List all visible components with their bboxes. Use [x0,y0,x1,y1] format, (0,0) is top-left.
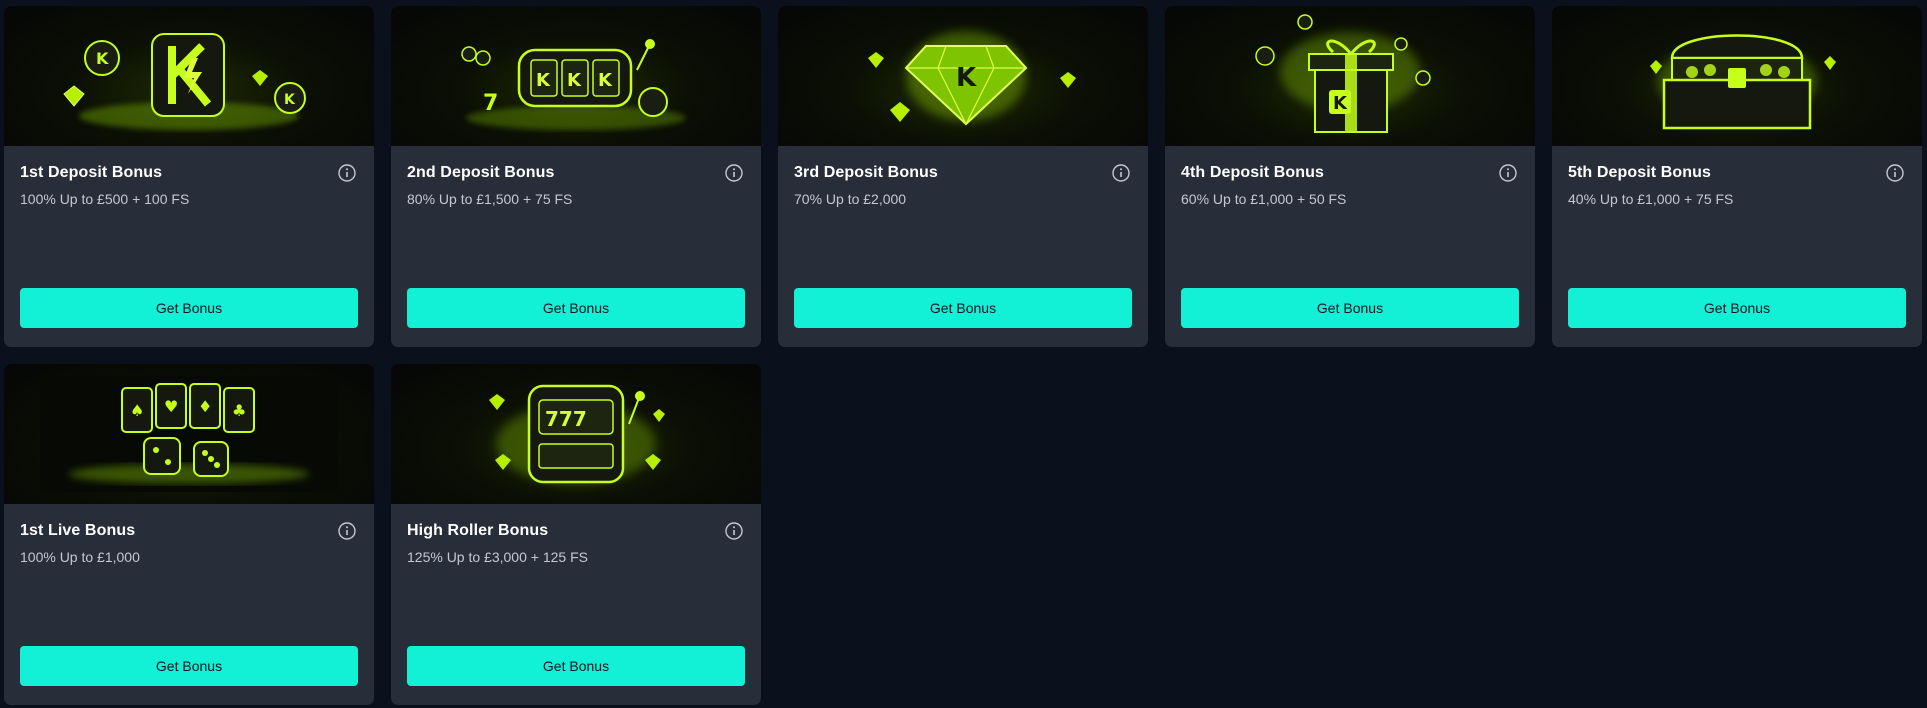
info-icon[interactable] [725,522,743,540]
bonus-title: 4th Deposit Bonus [1181,164,1325,181]
bonus-card-3rd-deposit: K 3rd Deposit Bonus 70% Up to £2,000 Get… [778,6,1148,347]
bonus-banner-image: K K K 7 [391,6,761,146]
svg-text:K: K [536,70,551,91]
treasure-chest-illustration [1650,34,1836,130]
bonus-banner-image: K [778,6,1148,146]
bonus-offer: 100% Up to £500 + 100 FS [20,191,190,207]
k-logo-coins-gems-illustration: K K [63,33,306,130]
bonus-card-4th-deposit: K 4th Deposit Bonus 60% Up to £1,000 + 5… [1165,6,1535,347]
bonus-card-1st-live: ♠ ♥ ♦ ♣ 1st Live Bonus 100% Up to £1,000… [4,364,374,705]
bonus-offer: 100% Up to £1,000 [20,549,140,565]
get-bonus-button[interactable]: Get Bonus [407,646,745,686]
get-bonus-button[interactable]: Get Bonus [794,288,1132,328]
svg-text:7: 7 [483,91,498,116]
cards-and-dice-illustration: ♠ ♥ ♦ ♣ [40,376,338,492]
info-icon[interactable] [1112,164,1130,182]
info-icon[interactable] [1499,164,1517,182]
bonus-offer: 70% Up to £2,000 [794,191,907,207]
get-bonus-button[interactable]: Get Bonus [20,288,358,328]
svg-text:K: K [284,92,296,108]
get-bonus-button[interactable]: Get Bonus [20,646,358,686]
svg-text:♠: ♠ [130,401,144,420]
info-icon[interactable] [338,522,356,540]
bonus-offer: 60% Up to £1,000 + 50 FS [1181,191,1347,207]
bonus-card-2nd-deposit: K K K 7 2nd Deposit Bonus 80% Up to £1,5… [391,6,761,347]
bonus-card-5th-deposit: 5th Deposit Bonus 40% Up to £1,000 + 75 … [1552,6,1922,347]
bonus-title: 3rd Deposit Bonus [794,164,938,181]
info-icon[interactable] [338,164,356,182]
get-bonus-button[interactable]: Get Bonus [1181,288,1519,328]
bonus-card-high-roller: 777 High Roller Bonus 125% Up to £3,000 … [391,364,761,705]
svg-text:777: 777 [545,407,587,431]
bonus-banner-image: 777 [391,364,761,504]
svg-text:♦: ♦ [198,397,212,416]
bonus-grid: K K 1st Deposit Bonus 100% Up to £500 + … [4,6,1922,705]
bonus-banner-image [1552,6,1922,146]
svg-text:K: K [567,70,582,91]
svg-text:K: K [96,49,109,68]
bonus-title: 2nd Deposit Bonus [407,164,555,181]
bonus-offer: 40% Up to £1,000 + 75 FS [1568,191,1734,207]
slot-reels-illustration: K K K 7 [461,39,686,130]
diamond-illustration: K [868,31,1076,126]
svg-text:K: K [956,63,977,93]
bonus-title: 1st Deposit Bonus [20,164,163,181]
info-icon[interactable] [725,164,743,182]
gift-box-illustration: K [1255,14,1431,133]
bonus-offer: 80% Up to £1,500 + 75 FS [407,191,573,207]
svg-text:♣: ♣ [232,401,246,420]
bonus-banner-image: K K [4,6,374,146]
slot-machine-illustration: 777 [489,384,665,484]
svg-text:K: K [1333,93,1348,114]
bonus-title: 1st Live Bonus [20,522,136,539]
bonus-offer: 125% Up to £3,000 + 125 FS [407,549,588,565]
get-bonus-button[interactable]: Get Bonus [1568,288,1906,328]
bonus-banner-image: K [1165,6,1535,146]
bonus-banner-image: ♠ ♥ ♦ ♣ [4,364,374,504]
svg-text:K: K [598,70,613,91]
info-icon[interactable] [1886,164,1904,182]
bonus-title: High Roller Bonus [407,522,549,539]
bonus-card-1st-deposit: K K 1st Deposit Bonus 100% Up to £500 + … [4,6,374,347]
get-bonus-button[interactable]: Get Bonus [407,288,745,328]
bonus-title: 5th Deposit Bonus [1568,164,1712,181]
svg-text:♥: ♥ [164,397,178,416]
